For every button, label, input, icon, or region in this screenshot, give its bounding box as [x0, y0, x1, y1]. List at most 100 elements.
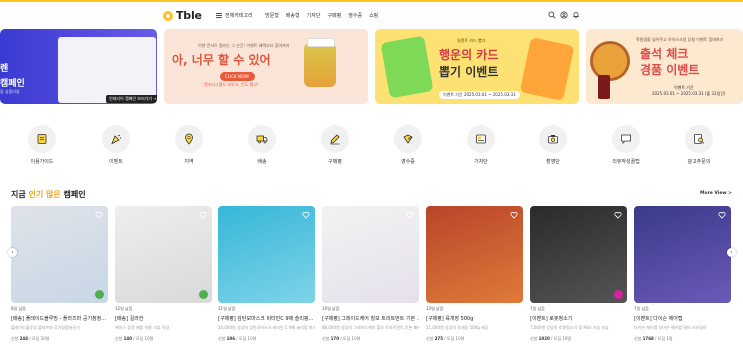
nav-item-receipt[interactable]: 영수증	[348, 12, 362, 19]
campaign-title[interactable]: [구매평] 육개장 500g	[426, 315, 523, 322]
logo-mark-icon	[163, 10, 173, 21]
carousel-prev-button[interactable]: ‹	[8, 248, 17, 257]
more-view-link[interactable]: More View >	[700, 191, 732, 196]
category-guide[interactable]: 이용가이드	[12, 125, 72, 165]
category-label: 영수증	[401, 159, 415, 165]
category-review-tips[interactable]: 리뷰작성꿀팁	[596, 125, 656, 165]
campaign-card[interactable]: 7일 남음 [이벤트] 로봇청소기 7,000원 상당의 로봇청소기 및 Mini …	[530, 206, 627, 342]
category-shortcuts: 이용가이드 이벤트 지역 배송 구매평 영수증 기자단 촬영단 리뷰작성꿀팁 광…	[0, 125, 743, 170]
header-icons	[548, 11, 580, 19]
campaign-days-left: 10일 남음	[322, 306, 340, 311]
heart-icon[interactable]	[95, 211, 103, 219]
campaign-thumbnail[interactable]	[426, 206, 523, 303]
stat-prefix: 신청	[218, 336, 227, 341]
banner-subtext: 이젠 콘서트 열리는 그 순간! 이벤트 혜택부터 참여까지	[198, 43, 290, 48]
campaign-card[interactable]: 11일 남음 [구매평] 감탄모마스크 비타민C 9매 슬리핑... 20,000원…	[218, 206, 315, 342]
heart-icon[interactable]	[510, 211, 518, 219]
pizza-image	[590, 41, 630, 81]
campaign-title[interactable]: [배송] 플레이드블루밍 - 플라즈마 공기청정...	[11, 315, 108, 322]
banner-interior-campaign[interactable]: 렌 캠페인 등 상품리뷰 인테리어 캠페인 보러가기 →	[0, 29, 157, 104]
logo[interactable]: Tble	[163, 9, 202, 22]
campaign-stats: 신청 1020 / 모집 10명	[530, 336, 627, 342]
search-icon[interactable]	[548, 11, 556, 19]
heart-icon[interactable]	[406, 211, 414, 219]
party-icon	[102, 125, 130, 153]
campaign-days-left: 12일 남음	[115, 306, 133, 311]
campaign-stats: 신청 248 / 모집 50명	[11, 336, 108, 342]
nav-item-purchase-review[interactable]: 구매평	[327, 12, 341, 19]
category-region[interactable]: 지역	[159, 125, 219, 165]
all-categories-button[interactable]: 전체카테고리	[216, 12, 253, 19]
stat-suffix: / 모집 50명	[28, 336, 50, 341]
banner-honey-event[interactable]: 이젠 콘서트 열리는 그 순간! 이벤트 혜택부터 참여까지 아, 너무 할 수…	[164, 29, 368, 104]
category-receipt[interactable]: 영수증	[378, 125, 438, 165]
banner-date: 2025.03.01 ~ 2025.03.31 (출 31일간)	[652, 91, 726, 96]
campaign-thumbnail[interactable]	[11, 206, 108, 303]
campaign-thumbnail[interactable]	[322, 206, 419, 303]
receipt-icon	[394, 125, 422, 153]
campaign-title[interactable]: [구매평] 그레이드케어 힐모 트리트먼트 기본 ...	[322, 315, 419, 322]
banner-heading-line1: 행운의 카드	[439, 48, 499, 62]
campaign-card[interactable]: 7일 남음 [이벤트] 다이슨 에어랩 다이슨 에어랩 다이슨 에어랩 멀티 스타일…	[634, 206, 731, 342]
campaign-thumbnail[interactable]	[530, 206, 627, 303]
stat-applicants: 170	[330, 336, 339, 341]
nav-item-reporter[interactable]: 기자단	[307, 12, 321, 19]
campaign-card[interactable]: 12일 남음 [배송] 길라한케이스 증정 제품 착용 리뷰 작성신청 140 /…	[115, 206, 212, 342]
campaign-title[interactable]: [이벤트] 로봇청소기	[530, 315, 627, 322]
stat-suffix: / 모집 10명	[235, 336, 257, 341]
logo-text: Tble	[176, 9, 202, 22]
heart-icon[interactable]	[199, 211, 207, 219]
category-photographer[interactable]: 촬영단	[523, 125, 583, 165]
channel-badge-icon	[95, 290, 104, 299]
user-icon[interactable]	[560, 11, 568, 19]
banner-heading-line2: 뽑기 이벤트	[439, 65, 499, 79]
drink-image	[598, 75, 610, 99]
campaign-thumbnail[interactable]	[634, 206, 731, 303]
stat-suffix: / 모집 10명	[549, 336, 572, 341]
banner-attendance-event[interactable]: 학원생을 넘어주고 아이스크림 당첨 이벤트 참여하기 출석 체크 경품 이벤트…	[586, 29, 743, 104]
stat-applicants: 106	[226, 336, 235, 341]
campaign-title[interactable]: [배송] 길라한	[115, 315, 212, 322]
banner-subtext: 등 상품리뷰	[0, 89, 20, 94]
stat-suffix: / 모집 1명	[653, 336, 673, 341]
heart-icon[interactable]	[614, 211, 622, 219]
banner-cta-button[interactable]: 인테리어 캠페인 보러가기 →	[106, 95, 157, 103]
channel-badge-icon	[199, 290, 208, 299]
bell-icon[interactable]	[572, 11, 580, 19]
category-purchase-review[interactable]: 구매평	[305, 125, 365, 165]
campaign-card[interactable]: 10일 남음 [구매평] 그레이드케어 힐모 트리트먼트 기본 ... 86,000…	[322, 206, 419, 342]
stat-prefix: 신청	[11, 336, 20, 341]
banner-lucky-card-event[interactable]: 일렌트 카드 뽑기 행운의 카드 뽑기 이벤트 이벤트 기간 2025.03.0…	[375, 29, 579, 104]
banner-heading-line1: 렌	[0, 64, 9, 74]
category-event[interactable]: 이벤트	[86, 125, 146, 165]
category-reporter[interactable]: 기자단	[451, 125, 511, 165]
category-label: 촬영단	[546, 159, 560, 165]
campaign-thumbnail[interactable]	[115, 206, 212, 303]
banner-heading-line1: 출석 체크	[640, 47, 689, 61]
campaign-days-left: 8일 남음	[11, 306, 26, 311]
category-advertiser-inquiry[interactable]: 광고주문의	[669, 125, 729, 165]
nav-item-shopping[interactable]: 쇼핑	[369, 12, 378, 19]
heart-icon[interactable]	[302, 211, 310, 219]
campaign-thumbnail[interactable]	[218, 206, 315, 303]
campaign-stats: 신청 170 / 모집 10명	[322, 336, 419, 342]
nav-item-visit[interactable]: 방문형	[265, 12, 279, 19]
category-label: 이용가이드	[30, 159, 54, 165]
stat-prefix: 신청	[634, 336, 643, 341]
truck-icon	[248, 125, 276, 153]
campaign-stats: 신청 140 / 모집 10명	[115, 336, 212, 342]
lucky-card-image-right	[519, 37, 575, 101]
campaign-description: 케이스 증정 제품 착용 리뷰 작성	[115, 325, 170, 330]
news-icon	[467, 125, 495, 153]
nav-item-delivery[interactable]: 배송형	[286, 12, 300, 19]
category-delivery[interactable]: 배송	[232, 125, 292, 165]
banner-click-now-button[interactable]: CLICK NOW!	[220, 72, 255, 81]
campaign-title[interactable]: [구매평] 감탄모마스크 비타민C 9매 슬리핑...	[218, 315, 315, 322]
heart-icon[interactable]	[718, 211, 726, 219]
campaign-card[interactable]: 13일 남음 [구매평] 육개장 500g 21,000원 상당의 육개장 500g…	[426, 206, 523, 342]
campaign-card[interactable]: 8일 남음 [배송] 플레이드블루밍 - 플라즈마 공기청정... 플레이드블루밍 …	[11, 206, 108, 342]
carousel-next-button[interactable]: ›	[727, 248, 736, 257]
map-pin-icon	[175, 125, 203, 153]
campaign-title[interactable]: [이벤트] 다이슨 에어랩	[634, 315, 731, 322]
category-label: 구매평	[328, 159, 342, 165]
